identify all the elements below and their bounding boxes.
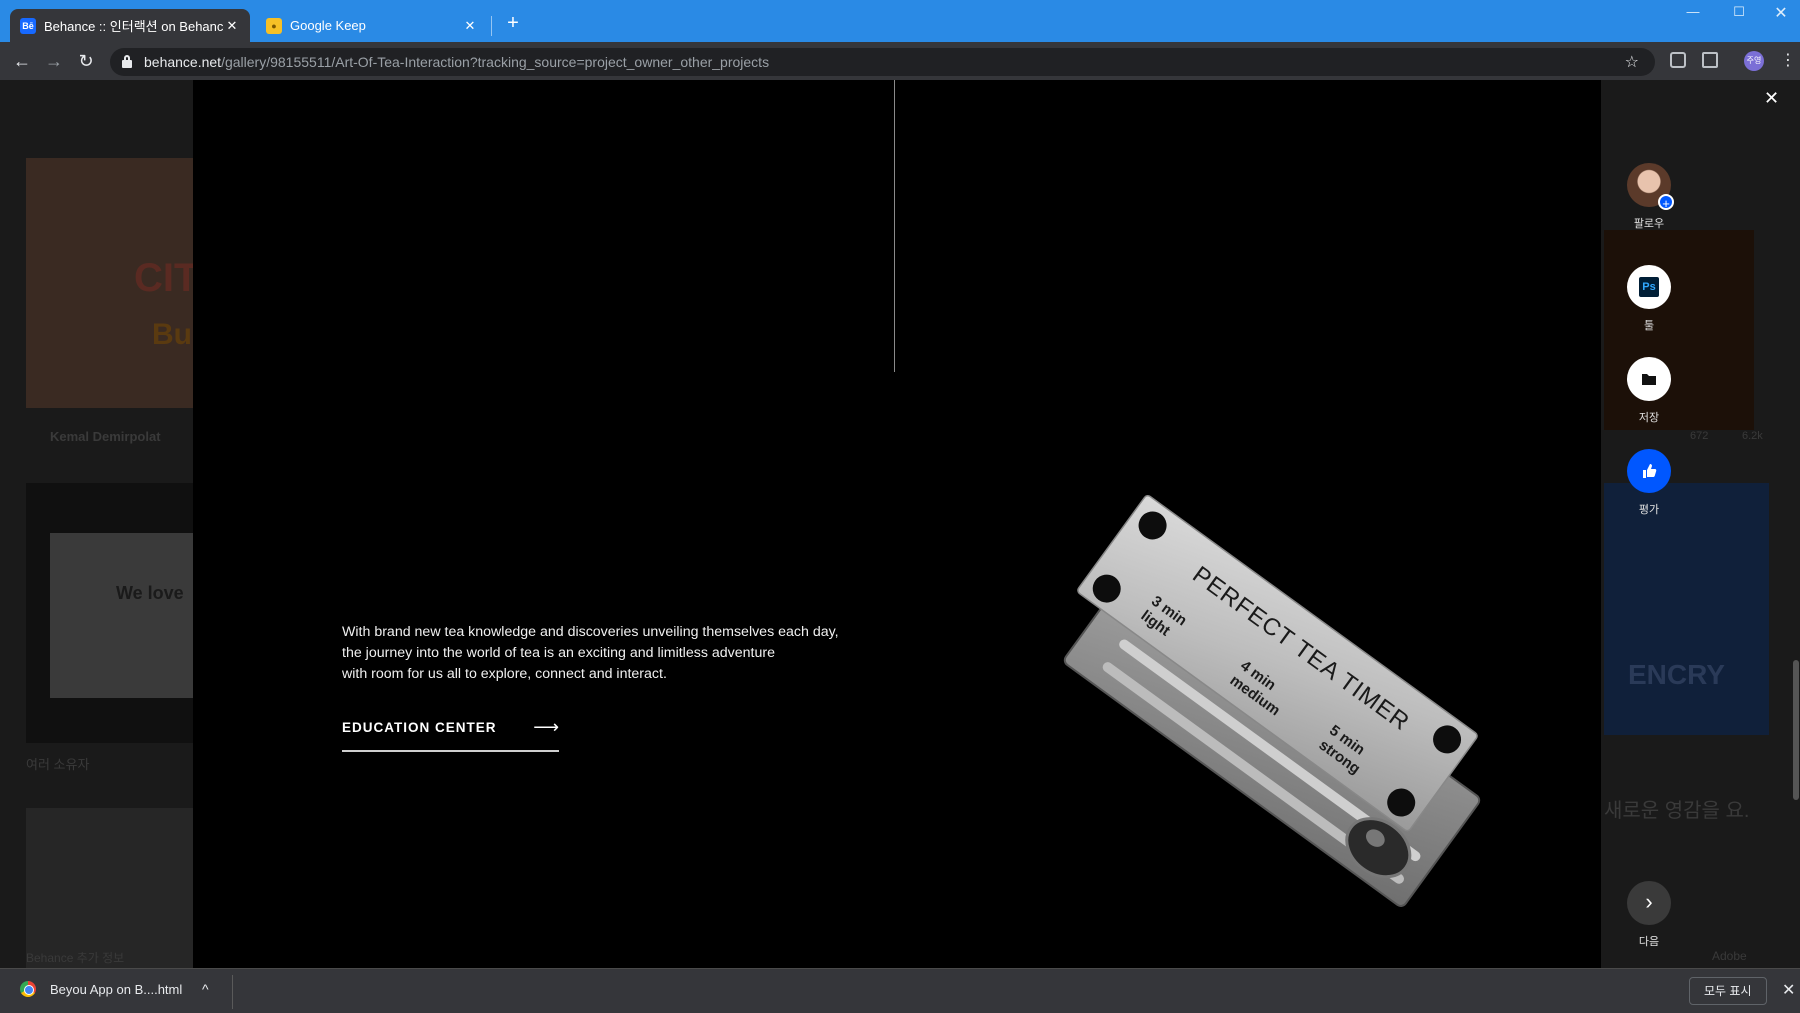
download-file-name: Beyou App on B....html <box>50 981 183 997</box>
bg-author-name[interactable]: Kemal Demirpolat <box>50 429 161 444</box>
arrow-right-icon: ⟶ <box>533 717 559 737</box>
project-description: With brand new tea knowledge and discove… <box>342 622 942 685</box>
photoshop-icon: Ps <box>1639 277 1659 297</box>
lock-icon <box>122 55 132 68</box>
appreciate-button[interactable]: 평가 <box>1626 449 1672 517</box>
extension-icon[interactable] <box>1670 52 1686 68</box>
description-line: With brand new tea knowledge and discove… <box>342 624 839 640</box>
next-project-button[interactable]: › 다음 <box>1626 881 1672 949</box>
tab-title: Google Keep <box>290 18 366 33</box>
vertical-divider-line <box>894 80 895 372</box>
follow-label: 팔로우 <box>1633 218 1665 230</box>
chevron-up-icon[interactable]: ^ <box>202 981 209 997</box>
browser-toolbar: ← → ↻ behance.net/gallery/98155511/Art-O… <box>0 42 1800 80</box>
bg-card-text: Bu <box>152 318 192 351</box>
description-line: with room for us all to explore, connect… <box>342 666 667 682</box>
next-label: 다음 <box>1638 936 1660 948</box>
behance-icon: Bē <box>20 17 36 34</box>
bg-project-card[interactable]: We love <box>26 483 200 743</box>
plus-icon: + <box>1658 194 1674 211</box>
shelf-divider <box>232 975 233 1009</box>
tab-close-icon[interactable]: ✕ <box>462 18 478 34</box>
bg-project-card[interactable] <box>26 808 196 968</box>
tab-title: Behance :: 인터랙션 on Behance <box>44 19 224 34</box>
tools-circle[interactable]: Ps <box>1627 265 1671 309</box>
address-bar[interactable]: behance.net/gallery/98155511/Art-Of-Tea-… <box>110 48 1655 76</box>
new-tab-button[interactable]: + <box>500 12 526 35</box>
maximize-icon[interactable]: ☐ <box>1716 4 1762 20</box>
save-circle[interactable] <box>1627 357 1671 401</box>
forward-arrow-icon[interactable]: → <box>42 49 66 73</box>
page-scrollbar[interactable] <box>1792 80 1800 968</box>
description-line: the journey into the world of tea is an … <box>342 645 775 661</box>
bg-adobe-label[interactable]: Adobe <box>1712 949 1747 963</box>
tools-button[interactable]: Ps 툴 <box>1626 265 1672 333</box>
browser-titlebar: Bē Behance :: 인터랙션 on Behance ✕ ● Google… <box>0 0 1800 42</box>
education-center-link[interactable]: EDUCATION CENTER ⟶ <box>342 717 559 752</box>
education-center-label: EDUCATION CENTER <box>342 720 497 735</box>
tab-behance[interactable]: Bē Behance :: 인터랙션 on Behance ✕ <box>10 9 250 42</box>
google-keep-icon: ● <box>266 17 282 34</box>
bg-likes-count: 672 <box>1690 430 1709 442</box>
bg-card-text: CIT <box>134 256 199 300</box>
bg-views-count: 6.2k <box>1742 430 1763 442</box>
follow-button[interactable]: + 팔로우 <box>1626 163 1674 231</box>
show-all-button[interactable]: 모두 표시 <box>1689 977 1767 1005</box>
profile-avatar[interactable]: 주영 <box>1744 51 1764 71</box>
tab-close-icon[interactable]: ✕ <box>224 18 240 34</box>
back-arrow-icon[interactable]: ← <box>10 49 34 73</box>
window-close-icon[interactable]: ✕ <box>1758 3 1800 23</box>
modal-close-icon[interactable]: ✕ <box>1764 88 1779 109</box>
tab-google-keep[interactable]: ● Google Keep ✕ <box>256 9 488 42</box>
bg-project-card[interactable]: CIT Bu <box>26 158 199 408</box>
chevron-right-icon[interactable]: › <box>1627 881 1671 925</box>
save-button[interactable]: 저장 <box>1626 357 1672 425</box>
appreciate-circle[interactable] <box>1627 449 1671 493</box>
owner-avatar[interactable]: + <box>1627 163 1674 211</box>
thumbs-up-icon <box>1643 464 1657 478</box>
bg-project-card[interactable]: ENCRY <box>1604 483 1769 735</box>
bg-card-text: We love <box>116 583 184 603</box>
download-item[interactable]: Beyou App on B....html <box>20 981 182 997</box>
bg-card-text: ENCRY <box>1628 659 1725 690</box>
minimize-icon[interactable]: — <box>1670 4 1716 19</box>
chrome-icon <box>20 981 36 997</box>
menu-kebab-icon[interactable]: ⋮ <box>1780 50 1796 70</box>
download-shelf: Beyou App on B....html ^ 모두 표시 ✕ <box>0 968 1800 1013</box>
tools-label: 툴 <box>1643 320 1655 332</box>
bg-footer-label[interactable]: Behance 추가 정보 <box>26 949 124 966</box>
bg-owners-label[interactable]: 여러 소유자 <box>26 754 89 773</box>
folder-icon <box>1642 373 1656 385</box>
tab-divider <box>491 16 492 36</box>
bookmark-star-icon[interactable]: ☆ <box>1625 52 1639 72</box>
shelf-close-icon[interactable]: ✕ <box>1782 980 1795 1000</box>
url-text: behance.net/gallery/98155511/Art-Of-Tea-… <box>144 54 770 70</box>
cast-icon[interactable] <box>1702 52 1718 68</box>
scrollbar-thumb[interactable] <box>1793 660 1799 800</box>
bg-promo-text: 새로운 영감을 요. <box>1604 800 1750 822</box>
appreciate-label: 평가 <box>1638 504 1660 516</box>
reload-icon[interactable]: ↻ <box>74 49 98 73</box>
tea-timer-image: PERFECT TEA TIMER 3 min light 4 min medi… <box>1063 494 1481 907</box>
project-modal: With brand new tea knowledge and discove… <box>193 80 1601 968</box>
save-label: 저장 <box>1638 412 1660 424</box>
